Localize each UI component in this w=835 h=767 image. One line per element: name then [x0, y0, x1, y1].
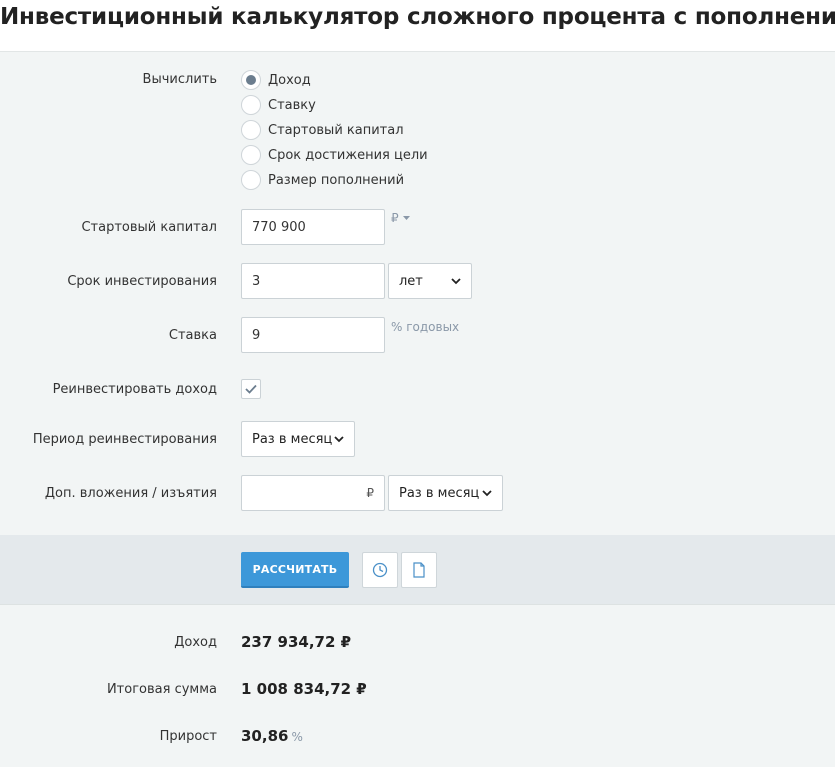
- select-value: Раз в месяц: [399, 485, 480, 501]
- additions-period-select[interactable]: Раз в месяц: [388, 475, 503, 511]
- growth-result-label: Прирост: [159, 729, 217, 744]
- growth-result-value: 30,86: [241, 727, 289, 745]
- radio-label: Размер пополнений: [268, 172, 405, 188]
- radio-label: Стартовый капитал: [268, 122, 404, 138]
- select-value: лет: [399, 273, 423, 289]
- rate-input[interactable]: 9: [241, 317, 385, 353]
- document-button[interactable]: [401, 552, 437, 588]
- rate-label: Ставка: [168, 328, 217, 343]
- calculate-label: Вычислить: [142, 72, 217, 87]
- radio-label: Доход: [268, 72, 311, 88]
- chevron-down-icon: [482, 490, 492, 497]
- growth-result: 30,86%: [241, 727, 303, 745]
- growth-unit: %: [291, 730, 303, 744]
- term-input[interactable]: 3: [241, 263, 385, 299]
- radio-button[interactable]: [241, 170, 261, 190]
- reinvest-label: Реинвестировать доход: [52, 382, 217, 397]
- radio-income[interactable]: Доход: [241, 69, 311, 91]
- reinvest-period-select[interactable]: Раз в месяц: [241, 421, 355, 457]
- rate-unit: % годовых: [391, 320, 460, 334]
- additions-label: Доп. вложения / изъятия: [44, 486, 217, 501]
- total-result-value: 1 008 834,72 ₽: [241, 680, 367, 698]
- income-result-label: Доход: [174, 635, 217, 650]
- history-button[interactable]: [362, 552, 398, 588]
- reinvest-period-label: Период реинвестирования: [32, 432, 217, 447]
- select-value: Раз в месяц: [252, 431, 333, 447]
- currency-dropdown[interactable]: ₽: [391, 211, 411, 225]
- additions-currency: ₽: [366, 486, 374, 500]
- radio-label: Ставку: [268, 97, 316, 113]
- chevron-down-icon: [451, 278, 461, 285]
- radio-goal-term[interactable]: Срок достижения цели: [241, 144, 428, 166]
- radio-button[interactable]: [241, 95, 261, 115]
- radio-button[interactable]: [241, 70, 261, 90]
- radio-start-capital[interactable]: Стартовый капитал: [241, 119, 404, 141]
- start-capital-input[interactable]: 770 900: [241, 209, 385, 245]
- calculate-button-label: РАССЧИТАТЬ: [252, 562, 338, 576]
- chevron-down-icon: [334, 436, 344, 443]
- start-capital-label: Стартовый капитал: [81, 220, 217, 235]
- page-title: Инвестиционный калькулятор сложного проц…: [0, 4, 835, 30]
- radio-button[interactable]: [241, 120, 261, 140]
- radio-additions-size[interactable]: Размер пополнений: [241, 169, 404, 191]
- term-label: Срок инвестирования: [67, 274, 217, 289]
- clock-icon: [372, 562, 388, 578]
- total-result-label: Итоговая сумма: [106, 682, 217, 697]
- radio-label: Срок достижения цели: [268, 147, 428, 163]
- radio-button[interactable]: [241, 145, 261, 165]
- reinvest-checkbox[interactable]: [241, 379, 261, 399]
- currency-symbol: ₽: [391, 211, 399, 225]
- radio-rate[interactable]: Ставку: [241, 94, 316, 116]
- document-icon: [413, 562, 425, 578]
- additions-input[interactable]: ₽: [241, 475, 385, 511]
- checkmark-icon: [245, 384, 257, 394]
- income-result-value: 237 934,72 ₽: [241, 633, 352, 651]
- calculate-button[interactable]: РАССЧИТАТЬ: [241, 552, 349, 588]
- caret-down-icon: [403, 216, 411, 220]
- term-unit-select[interactable]: лет: [388, 263, 472, 299]
